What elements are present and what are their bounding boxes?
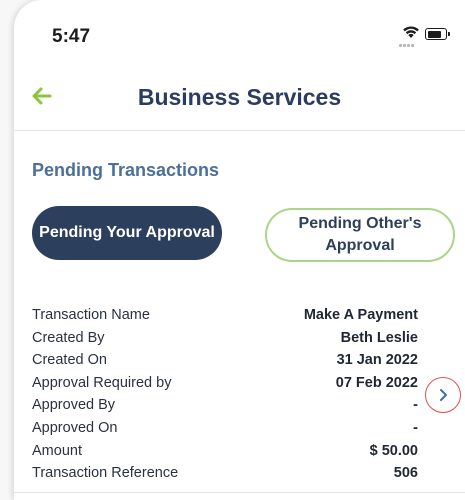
row-label: Transaction Reference <box>32 465 179 482</box>
row-value: - <box>413 397 418 414</box>
transaction-row: Transaction Name Make A Payment <box>32 307 418 330</box>
status-bar: 5:47 <box>14 0 465 70</box>
row-label: Approved On <box>32 419 118 436</box>
wifi-icon <box>403 26 419 38</box>
transaction-row: Amount $ 50.00 <box>32 443 418 466</box>
phone-screen: 5:47 Business Services Pending Transacti… <box>14 0 465 500</box>
divider <box>14 492 465 493</box>
row-label: Approval Required by <box>32 374 172 391</box>
row-label: Approved By <box>32 397 116 414</box>
section-title: Pending Transactions <box>32 160 220 180</box>
row-value: Beth Leslie <box>340 329 418 346</box>
row-label: Created On <box>32 352 107 369</box>
transaction-row: Transaction Reference 506 <box>32 465 418 488</box>
next-transaction-button[interactable] <box>425 377 461 413</box>
row-value: 07 Feb 2022 <box>335 374 418 391</box>
tab-pending-others-approval[interactable]: Pending Other's Approval <box>265 208 455 262</box>
transaction-details[interactable]: Transaction Name Make A Payment Created … <box>32 307 418 488</box>
row-label: Amount <box>32 442 82 459</box>
row-value: - <box>413 419 418 436</box>
transaction-row: Approved On - <box>32 420 418 443</box>
row-value: Make A Payment <box>303 307 418 323</box>
tab-pending-your-approval[interactable]: Pending Your Approval <box>32 206 222 260</box>
transaction-row: Created On 31 Jan 2022 <box>32 352 418 375</box>
chevron-right-icon <box>440 389 447 401</box>
transaction-row: Created By Beth Leslie <box>32 330 418 353</box>
battery-icon <box>425 28 450 40</box>
transaction-row: Approved By - <box>32 397 418 420</box>
row-value: $ 50.00 <box>369 442 418 459</box>
status-time: 5:47 <box>52 26 91 47</box>
row-value: 31 Jan 2022 <box>336 352 418 369</box>
row-label: Created By <box>32 329 105 346</box>
page-title: Business Services <box>137 84 342 110</box>
nav-bar: Business Services <box>14 70 465 131</box>
row-label: Transaction Name <box>32 307 150 323</box>
transaction-row: Approval Required by 07 Feb 2022 <box>32 375 418 398</box>
row-value: 506 <box>393 465 418 482</box>
